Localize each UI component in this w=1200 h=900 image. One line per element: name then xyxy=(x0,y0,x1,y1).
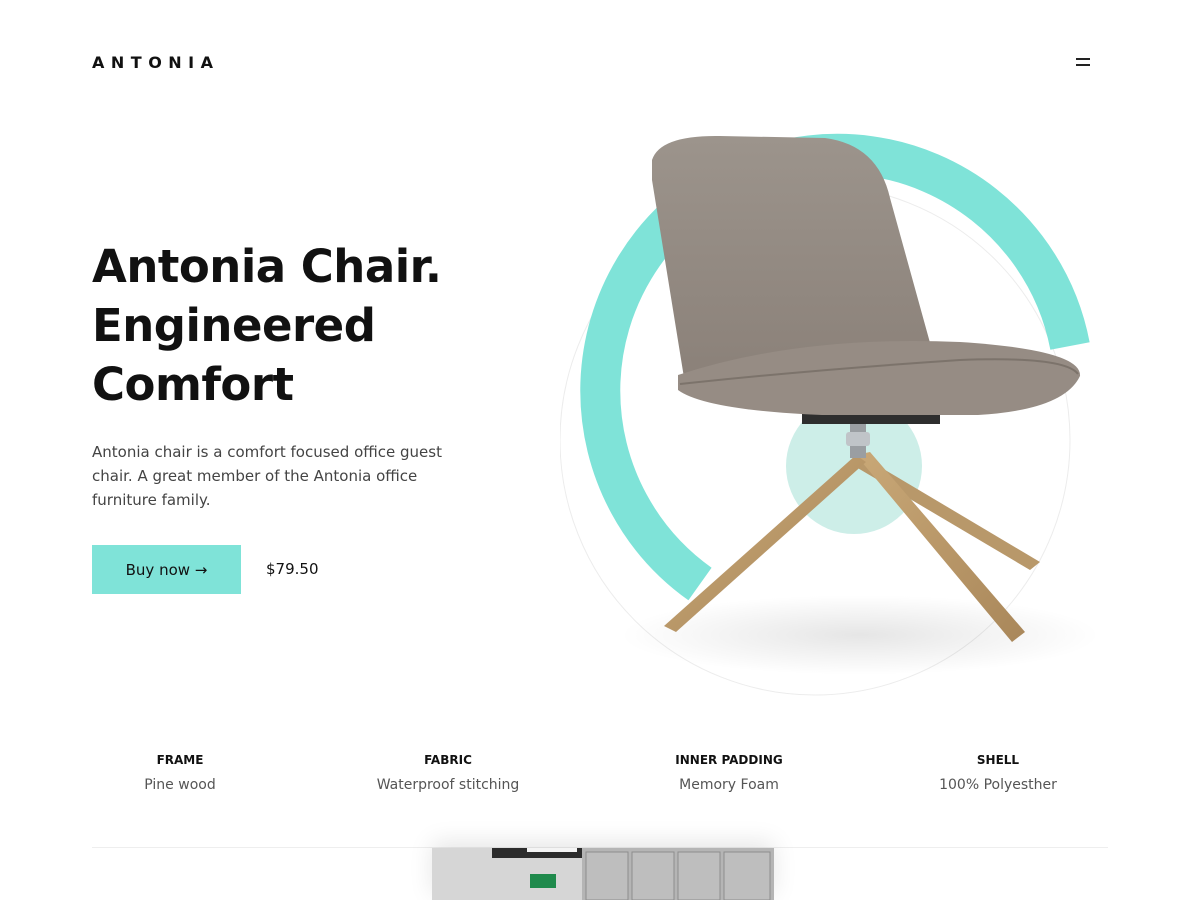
spec-value: Waterproof stitching xyxy=(376,777,520,793)
hero-description: Antonia chair is a comfort focused offic… xyxy=(92,443,442,509)
menu-icon[interactable] xyxy=(1070,52,1096,74)
chair-product-image xyxy=(560,133,1100,696)
spec-title: FRAME xyxy=(156,753,204,767)
buy-now-button[interactable]: Buy now → xyxy=(92,545,241,594)
spec-inner-padding: INNER PADDING Memory Foam xyxy=(609,753,849,793)
spec-shell: SHELL 100% Polyesther xyxy=(878,753,1118,793)
exit-sign-icon xyxy=(530,874,556,888)
spec-title: SHELL xyxy=(976,753,1020,767)
spec-value: 100% Polyesther xyxy=(939,777,1057,793)
spec-value: Pine wood xyxy=(144,777,216,793)
spec-frame: FRAME Pine wood xyxy=(60,753,300,793)
spec-title: FABRIC xyxy=(424,753,472,767)
office-room-image xyxy=(432,848,774,900)
spec-list: FRAME Pine wood FABRIC Waterproof stitch… xyxy=(60,753,1140,813)
headline-line-2: Engineered xyxy=(92,299,376,352)
brand-logo[interactable]: ANTONIA xyxy=(92,53,220,72)
price-label: $79.50 xyxy=(266,560,319,578)
hero-headline: Antonia Chair. Engineered Comfort xyxy=(92,237,562,414)
spec-fabric: FABRIC Waterproof stitching xyxy=(328,753,568,793)
headline-line-1: Antonia Chair. xyxy=(92,240,442,293)
spec-value: Memory Foam xyxy=(679,777,779,793)
spec-title: INNER PADDING xyxy=(675,753,783,767)
headline-line-3: Comfort xyxy=(92,358,294,411)
